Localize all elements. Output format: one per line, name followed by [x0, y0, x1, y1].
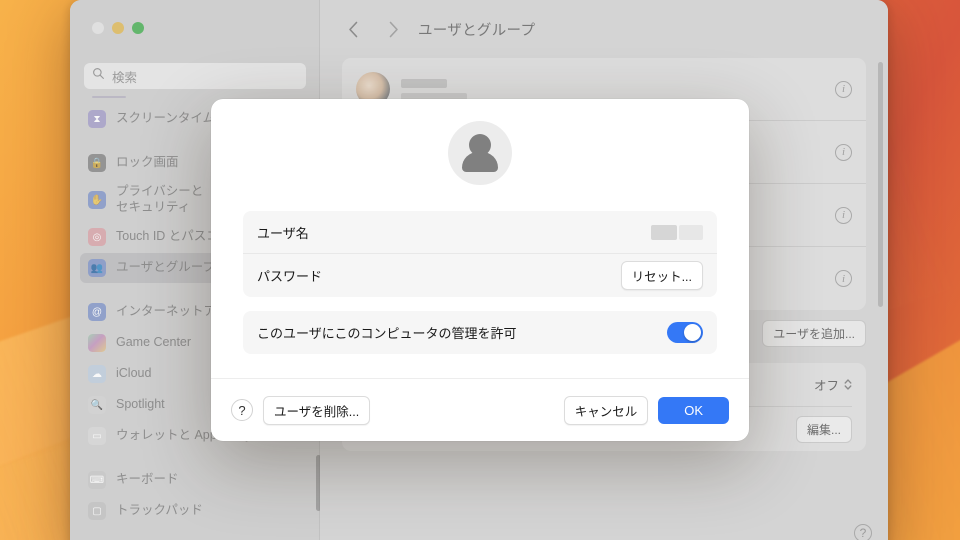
- close-button[interactable]: [92, 22, 104, 34]
- at-icon: @: [88, 303, 106, 321]
- cloud-icon: ☁: [88, 365, 106, 383]
- sidebar-item-label: プライバシーと セキュリティ: [116, 184, 204, 214]
- allow-admin-label: このユーザにこのコンピュータの管理を許可: [257, 326, 517, 341]
- keyboard-icon: ⌨: [88, 471, 106, 489]
- allow-admin-row: このユーザにこのコンピュータの管理を許可: [243, 311, 717, 354]
- edit-user-dialog: ユーザ名 パスワード リセット... このユーザにこのコンピュータの管理を許可: [211, 99, 749, 441]
- hourglass-icon: ⧗: [88, 110, 106, 128]
- page-title: ユーザとグループ: [418, 22, 536, 39]
- avatar-body: [462, 152, 498, 172]
- sidebar-item-label: iCloud: [116, 366, 152, 381]
- toggle-knob: [684, 324, 701, 341]
- cancel-button[interactable]: キャンセル: [563, 395, 649, 425]
- info-icon[interactable]: i: [835, 270, 852, 287]
- person-placeholder-icon[interactable]: [448, 121, 512, 185]
- sidebar-item-label: トラックパッド: [116, 503, 203, 518]
- users-icon: 👥: [88, 259, 106, 277]
- help-icon[interactable]: ?: [231, 399, 253, 421]
- forward-button[interactable]: [378, 14, 408, 44]
- edit-button[interactable]: 編集...: [795, 415, 852, 443]
- info-icon[interactable]: i: [835, 80, 852, 98]
- search-placeholder: 検索: [112, 70, 138, 85]
- auto-login-popup[interactable]: オフ: [814, 375, 852, 394]
- user-info: [401, 78, 824, 100]
- spotlight-icon: 🔍: [88, 396, 106, 414]
- sidebar-item-label: ユーザとグループ: [116, 260, 216, 275]
- sidebar-item-label: スクリーンタイム: [116, 111, 216, 126]
- zoom-button[interactable]: [132, 22, 144, 34]
- allow-admin-toggle[interactable]: [667, 322, 703, 343]
- search-input[interactable]: 検索: [84, 63, 306, 89]
- delete-user-button[interactable]: ユーザを削除...: [263, 395, 371, 425]
- search-icon: [92, 67, 105, 85]
- user-name-redacted: [401, 78, 447, 88]
- trackpad-icon: ▢: [88, 502, 106, 520]
- admin-group: このユーザにこのコンピュータの管理を許可: [243, 311, 717, 354]
- add-user-button[interactable]: ユーザを追加...: [762, 320, 866, 347]
- dialog-footer: ? ユーザを削除... キャンセル OK: [211, 378, 749, 441]
- password-row: パスワード リセット...: [243, 254, 717, 297]
- credentials-group: ユーザ名 パスワード リセット...: [243, 211, 717, 297]
- username-label: ユーザ名: [257, 225, 309, 241]
- window-traffic-lights: [92, 22, 144, 34]
- sidebar-item-keyboard[interactable]: ⌨ キーボード: [80, 465, 310, 495]
- sidebar-group-separator: [92, 96, 126, 98]
- ok-button[interactable]: OK: [658, 396, 729, 424]
- content-scrollbar[interactable]: [878, 62, 883, 307]
- reset-password-button[interactable]: リセット...: [620, 261, 703, 290]
- help-icon[interactable]: ?: [854, 524, 872, 540]
- wallet-icon: ▭: [88, 427, 106, 445]
- hand-icon: ✋: [88, 191, 106, 209]
- toolbar: ユーザとグループ: [320, 0, 888, 58]
- lock-icon: 🔒: [88, 154, 106, 172]
- back-button[interactable]: [338, 14, 368, 44]
- sidebar-item-trackpad[interactable]: ▢ トラックパッド: [80, 496, 310, 526]
- username-row: ユーザ名: [243, 211, 717, 254]
- auto-login-value: オフ: [813, 379, 839, 393]
- gamecenter-icon: [88, 334, 106, 352]
- info-icon[interactable]: i: [835, 143, 852, 161]
- sidebar-item-label: Game Center: [116, 335, 192, 350]
- sidebar-item-label: キーボード: [116, 472, 179, 487]
- dialog-body: ユーザ名 パスワード リセット... このユーザにこのコンピュータの管理を許可: [211, 99, 749, 378]
- sidebar-item-label: ロック画面: [116, 155, 179, 170]
- chevron-updown-icon: [844, 378, 852, 391]
- info-icon[interactable]: i: [835, 206, 852, 224]
- desktop-wallpaper: 検索 ⧗ スクリーンタイム 🔒 ロック画面 ✋ プライバシーと セキュリティ ◎…: [0, 0, 960, 540]
- username-value-redacted[interactable]: [651, 224, 703, 240]
- fingerprint-icon: ◎: [88, 228, 106, 246]
- minimize-button[interactable]: [112, 22, 124, 34]
- sidebar-item-label: Spotlight: [116, 397, 165, 412]
- password-label: パスワード: [257, 269, 323, 284]
